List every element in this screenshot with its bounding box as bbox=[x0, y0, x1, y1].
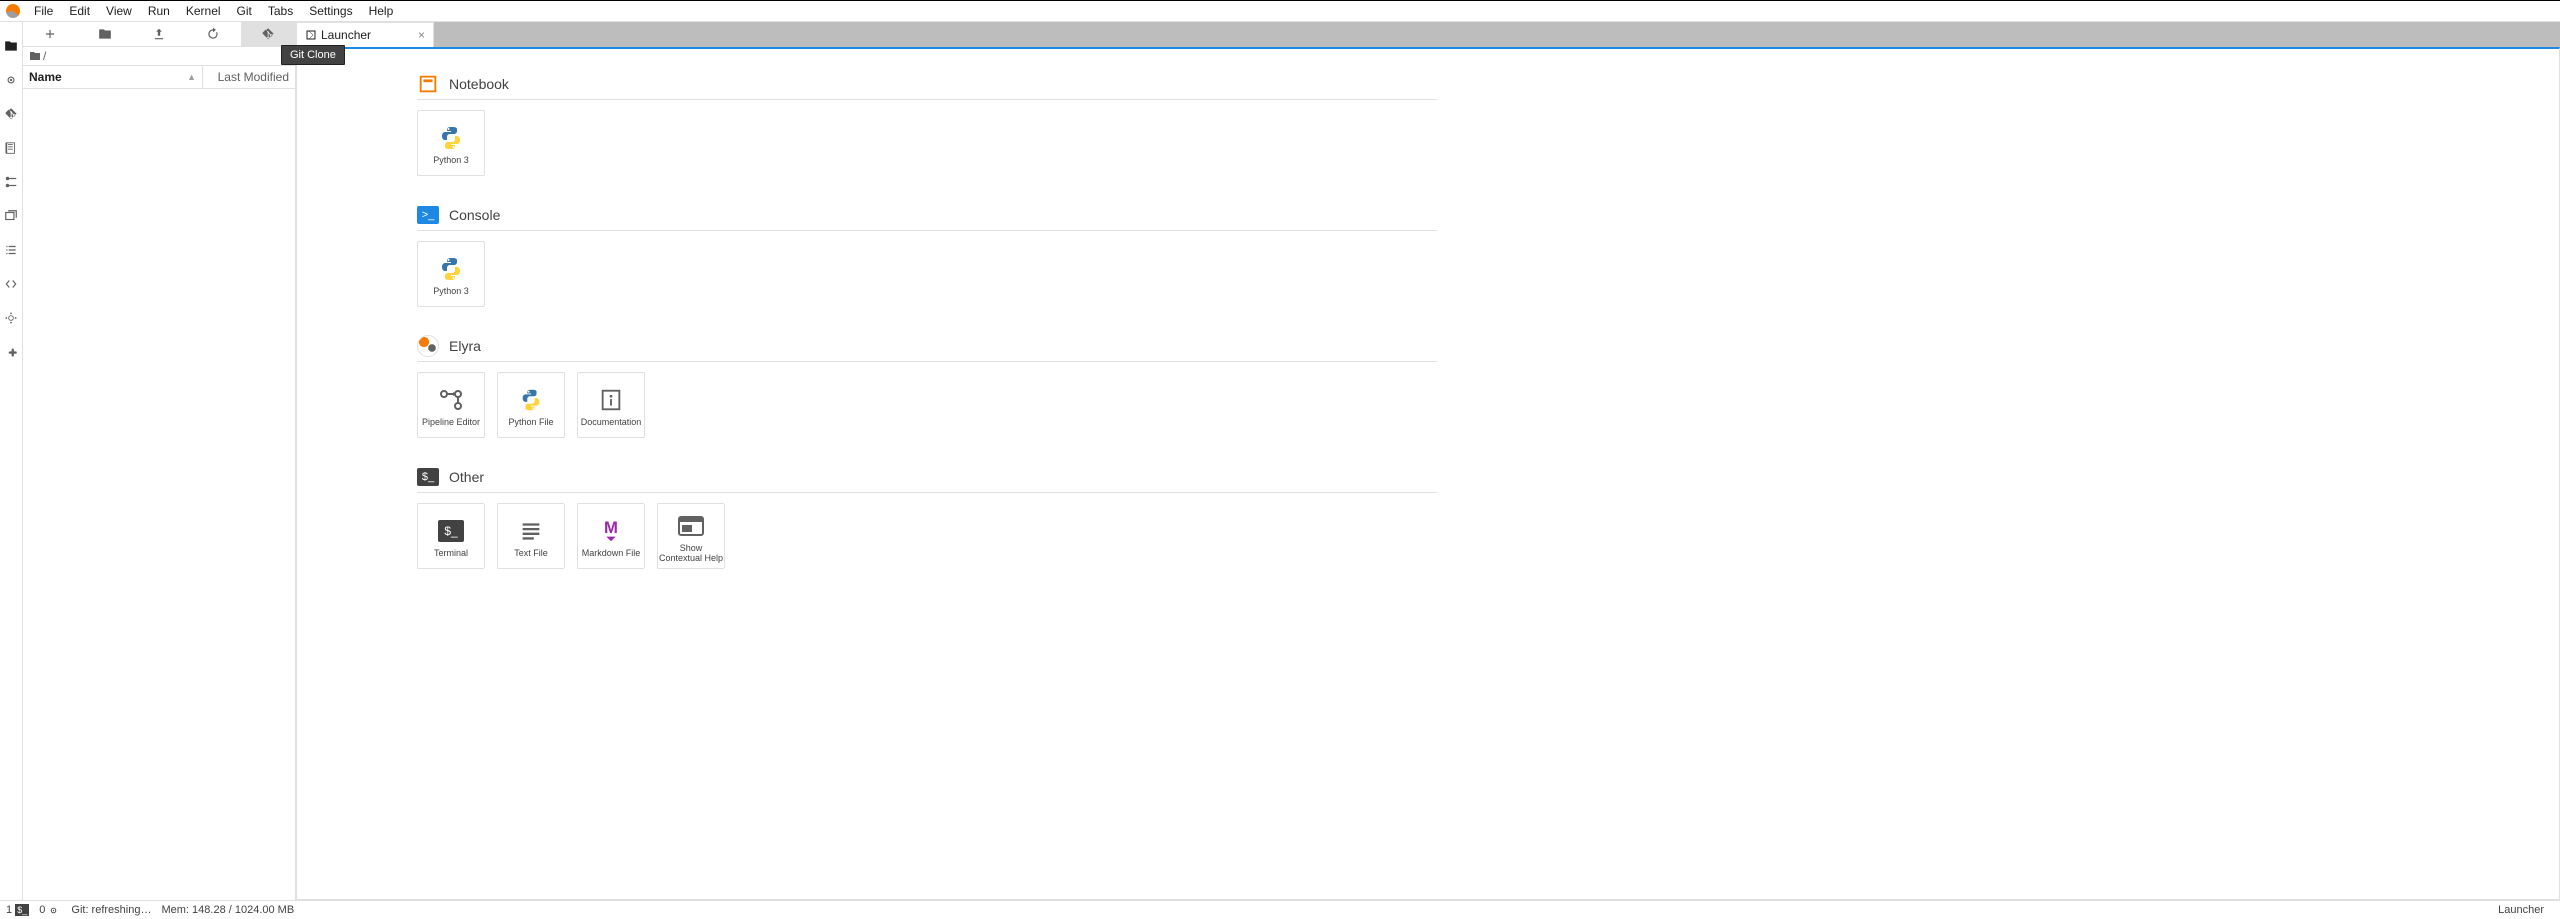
filebrowser-tab-icon[interactable] bbox=[0, 32, 22, 60]
pythonfile-icon bbox=[517, 386, 545, 414]
elyra-section-title: Elyra bbox=[449, 338, 481, 354]
new-launcher-button[interactable] bbox=[23, 22, 77, 46]
column-modified[interactable]: Last Modified bbox=[203, 66, 295, 88]
menu-view[interactable]: View bbox=[98, 2, 140, 20]
launcher-card-markdown-file[interactable]: M Markdown File bbox=[577, 503, 645, 569]
card-label: Documentation bbox=[581, 418, 642, 428]
menu-file[interactable]: File bbox=[26, 2, 61, 20]
launcher-card-pipeline-editor[interactable]: Pipeline Editor bbox=[417, 372, 485, 438]
notebook-tools-icon[interactable] bbox=[0, 134, 22, 162]
launcher-card-python-3[interactable]: Python 3 bbox=[417, 110, 485, 176]
elyra-section-icon bbox=[417, 335, 439, 357]
extension-manager-icon[interactable] bbox=[0, 338, 22, 366]
menu-bar: FileEditViewRunKernelGitTabsSettingsHelp bbox=[0, 0, 2560, 22]
git-clone-button[interactable] bbox=[241, 22, 295, 46]
file-browser-panel: Git Clone / Name ▲ Last Modified bbox=[23, 22, 296, 900]
launcher-section-console: >_ Console Python 3 bbox=[417, 204, 1437, 307]
svg-text:M: M bbox=[604, 518, 618, 537]
git-tab-icon[interactable] bbox=[0, 100, 22, 128]
menu-tabs[interactable]: Tabs bbox=[260, 2, 301, 20]
notebook-section-title: Notebook bbox=[449, 76, 509, 92]
running-kernels-icon[interactable] bbox=[0, 168, 22, 196]
status-kernels[interactable]: 0 bbox=[39, 904, 61, 916]
tab-close-icon[interactable]: × bbox=[406, 28, 425, 42]
sort-ascending-icon: ▲ bbox=[187, 72, 196, 82]
python-icon bbox=[437, 255, 465, 283]
menu-git[interactable]: Git bbox=[229, 2, 260, 20]
launcher-card-python-file[interactable]: Python File bbox=[497, 372, 565, 438]
status-git[interactable]: Git: refreshing… bbox=[71, 904, 151, 916]
menu-help[interactable]: Help bbox=[361, 2, 402, 20]
menu-run[interactable]: Run bbox=[140, 2, 178, 20]
tab-title: Launcher bbox=[321, 28, 371, 42]
code-snippets-icon[interactable] bbox=[0, 270, 22, 298]
launcher-card-documentation[interactable]: Documentation bbox=[577, 372, 645, 438]
python-icon bbox=[437, 124, 465, 152]
launcher-section-notebook: Notebook Python 3 bbox=[417, 73, 1437, 176]
tab-launcher[interactable]: Launcher × bbox=[296, 22, 434, 47]
card-label: Terminal bbox=[434, 549, 468, 559]
status-memory[interactable]: Mem: 148.28 / 1024.00 MB bbox=[161, 904, 294, 916]
launcher-card-terminal[interactable]: $_ Terminal bbox=[417, 503, 485, 569]
text-icon bbox=[517, 517, 545, 545]
menu-edit[interactable]: Edit bbox=[61, 2, 98, 20]
jupyter-logo-icon bbox=[6, 4, 20, 18]
card-label: Pipeline Editor bbox=[422, 418, 480, 428]
status-mode: Launcher bbox=[2498, 904, 2544, 916]
breadcrumb[interactable]: / bbox=[23, 47, 295, 66]
new-folder-button[interactable] bbox=[77, 22, 131, 46]
console-section-title: Console bbox=[449, 207, 500, 223]
pipeline-components-icon[interactable] bbox=[0, 304, 22, 332]
open-tabs-icon[interactable] bbox=[0, 202, 22, 230]
launcher-card-text-file[interactable]: Text File bbox=[497, 503, 565, 569]
card-label: Markdown File bbox=[582, 549, 641, 559]
launcher-section-elyra: Elyra Pipeline Editor Python File Documenta… bbox=[417, 335, 1437, 438]
tab-bar: Launcher × bbox=[296, 22, 2560, 47]
doc-icon bbox=[597, 386, 625, 414]
status-bar: 1 $_ 0 Git: refreshing… Mem: 148.28 / 10… bbox=[0, 900, 2560, 919]
card-label: Show Contextual Help bbox=[658, 544, 724, 564]
contextual-icon bbox=[677, 512, 705, 540]
menu-settings[interactable]: Settings bbox=[301, 2, 360, 20]
column-name[interactable]: Name ▲ bbox=[23, 66, 203, 88]
notebook-section-icon bbox=[417, 73, 439, 95]
status-terminals[interactable]: 1 $_ bbox=[6, 904, 29, 916]
card-label: Python 3 bbox=[433, 287, 469, 297]
launcher-body: Notebook Python 3 >_ Console Python 3 Elyra Pi… bbox=[296, 47, 2560, 900]
pipeline-icon bbox=[437, 386, 465, 414]
terminal-icon: $_ bbox=[437, 517, 465, 545]
launcher-card-python-3[interactable]: Python 3 bbox=[417, 241, 485, 307]
other-section-title: Other bbox=[449, 469, 484, 485]
other-section-icon: $_ bbox=[417, 466, 439, 488]
refresh-button[interactable] bbox=[186, 22, 240, 46]
card-label: Python File bbox=[508, 418, 553, 428]
file-list-header: Name ▲ Last Modified bbox=[23, 66, 295, 89]
upload-button[interactable] bbox=[132, 22, 186, 46]
console-section-icon: >_ bbox=[417, 204, 439, 226]
launcher-section-other: $_ Other $_ Terminal Text File M Markdown File… bbox=[417, 466, 1437, 569]
markdown-icon: M bbox=[597, 517, 625, 545]
toc-icon[interactable] bbox=[0, 236, 22, 264]
breadcrumb-path: / bbox=[43, 49, 46, 63]
activity-bar bbox=[0, 22, 23, 900]
launcher-tab-icon bbox=[305, 29, 317, 41]
property-inspector-icon[interactable] bbox=[0, 66, 22, 94]
launcher-card-show-contextual-help[interactable]: Show Contextual Help bbox=[657, 503, 725, 569]
card-label: Python 3 bbox=[433, 156, 469, 166]
file-list[interactable] bbox=[23, 89, 295, 900]
menu-kernel[interactable]: Kernel bbox=[178, 2, 229, 20]
card-label: Text File bbox=[514, 549, 548, 559]
